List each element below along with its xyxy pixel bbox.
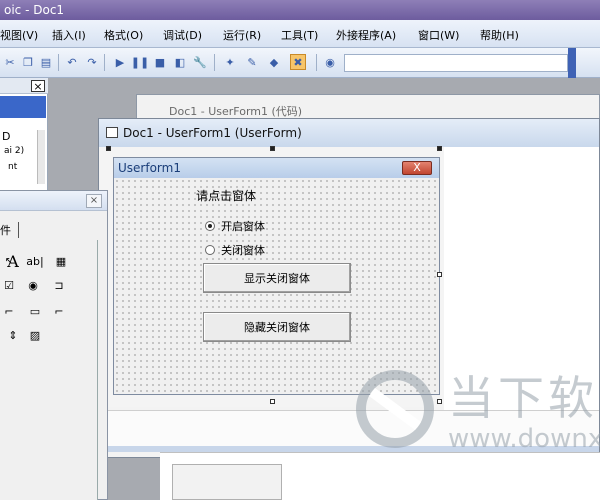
- userform-title: Userform1: [114, 158, 439, 178]
- frame-tool-icon[interactable]: ⌐: [0, 302, 18, 320]
- menu-bar: 视图(V) 插入(I) 格式(O) 调试(D) 运行(R) 工具(T) 外接程序…: [0, 20, 600, 48]
- tools-icon[interactable]: 🔧: [192, 54, 208, 70]
- image-tool-icon[interactable]: ▨: [26, 326, 44, 344]
- tabstrip-tool-icon[interactable]: ⌐: [50, 302, 68, 320]
- hide-close-form-button[interactable]: 隐藏关闭窗体: [203, 312, 351, 342]
- cut-icon[interactable]: ✂: [2, 54, 18, 70]
- project-pane-selected[interactable]: [0, 96, 46, 118]
- radio-open-form[interactable]: 开启窗体: [205, 218, 265, 234]
- handle-bottom-middle[interactable]: [270, 399, 275, 404]
- handle-top-right[interactable]: [437, 146, 442, 151]
- radio-unchecked-icon: [205, 245, 215, 255]
- bottom-tab[interactable]: [172, 464, 282, 500]
- window-icon: [106, 127, 118, 138]
- app-title: oic - Doc1: [4, 3, 65, 17]
- paste-icon[interactable]: ▤: [38, 54, 54, 70]
- menu-addins[interactable]: 外接程序(A): [336, 27, 396, 43]
- radio-close-label: 关闭窗体: [221, 244, 265, 257]
- commandbutton-tool-icon[interactable]: ▭: [26, 302, 44, 320]
- menu-help[interactable]: 帮助(H): [480, 27, 519, 43]
- app-titlebar: oic - Doc1: [0, 0, 600, 20]
- project-pane: D ai 2) nt: [0, 78, 48, 190]
- handle-top-left[interactable]: [106, 146, 111, 151]
- combobox-tool-icon[interactable]: ▦: [52, 252, 70, 270]
- watermark-url: www.downx: [448, 424, 600, 454]
- object-browser-icon[interactable]: ◆: [266, 54, 282, 70]
- radio-checked-icon: [205, 221, 215, 231]
- project-line-3: nt: [8, 162, 18, 172]
- handle-top-middle[interactable]: [270, 146, 275, 151]
- project-explorer-icon[interactable]: ✦: [222, 54, 238, 70]
- menu-tools[interactable]: 工具(T): [281, 27, 318, 43]
- toolbox-close-button[interactable]: ×: [86, 194, 102, 208]
- copy-icon[interactable]: ❐: [20, 54, 36, 70]
- help-icon[interactable]: ◉: [322, 54, 338, 70]
- optionbutton-tool-icon[interactable]: ◉: [24, 276, 42, 294]
- prompt-label: 请点击窗体: [196, 189, 257, 203]
- radio-close-form[interactable]: 关闭窗体: [205, 242, 265, 258]
- standard-toolbar: ✂ ❐ ▤ ↶ ↷ ▶ ❚❚ ■ ◧ 🔧 ✦ ✎ ◆ ✖ ◉: [0, 48, 600, 78]
- project-line-2: ai 2): [4, 146, 25, 156]
- radio-open-label: 开启窗体: [221, 220, 265, 233]
- menu-view[interactable]: 视图(V): [0, 27, 38, 43]
- position-field: [344, 54, 568, 72]
- menu-window[interactable]: 窗口(W): [418, 27, 459, 43]
- pause-icon[interactable]: ❚❚: [131, 54, 149, 70]
- watermark-text: 当下软: [448, 371, 598, 425]
- stop-icon[interactable]: ■: [152, 54, 168, 70]
- spinbutton-tool-icon[interactable]: ⇕: [4, 326, 22, 344]
- label-tool-icon[interactable]: A: [4, 252, 22, 271]
- watermark-logo-icon: [356, 370, 434, 448]
- project-scrollbar[interactable]: [37, 130, 45, 184]
- show-close-form-button[interactable]: 显示关闭窗体: [203, 263, 351, 293]
- toolbar-overflow[interactable]: [568, 48, 576, 78]
- togglebutton-tool-icon[interactable]: ⊐: [50, 276, 68, 294]
- menu-run[interactable]: 运行(R): [223, 27, 261, 43]
- userform-designer-title[interactable]: Doc1 - UserForm1 (UserForm): [99, 119, 599, 147]
- checkbox-tool-icon[interactable]: ☑: [0, 276, 18, 294]
- project-pane-close[interactable]: ×: [31, 80, 45, 93]
- project-line-1: D: [2, 130, 11, 143]
- properties-icon[interactable]: ✎: [244, 54, 260, 70]
- toolbox-tab-controls[interactable]: 件: [0, 222, 24, 237]
- undo-icon[interactable]: ↶: [64, 54, 80, 70]
- redo-icon[interactable]: ↷: [84, 54, 100, 70]
- toolbox-tab-divider: [18, 222, 19, 238]
- menu-insert[interactable]: 插入(I): [52, 27, 86, 43]
- menu-format[interactable]: 格式(O): [104, 27, 143, 43]
- run-icon[interactable]: ▶: [112, 54, 128, 70]
- textbox-tool-icon[interactable]: ab|: [26, 252, 44, 270]
- toolbox-icon[interactable]: ✖: [290, 54, 306, 70]
- menu-debug[interactable]: 调试(D): [163, 27, 202, 43]
- userform-close-button[interactable]: X: [402, 161, 432, 175]
- design-mode-icon[interactable]: ◧: [172, 54, 188, 70]
- handle-right-middle[interactable]: [437, 272, 442, 277]
